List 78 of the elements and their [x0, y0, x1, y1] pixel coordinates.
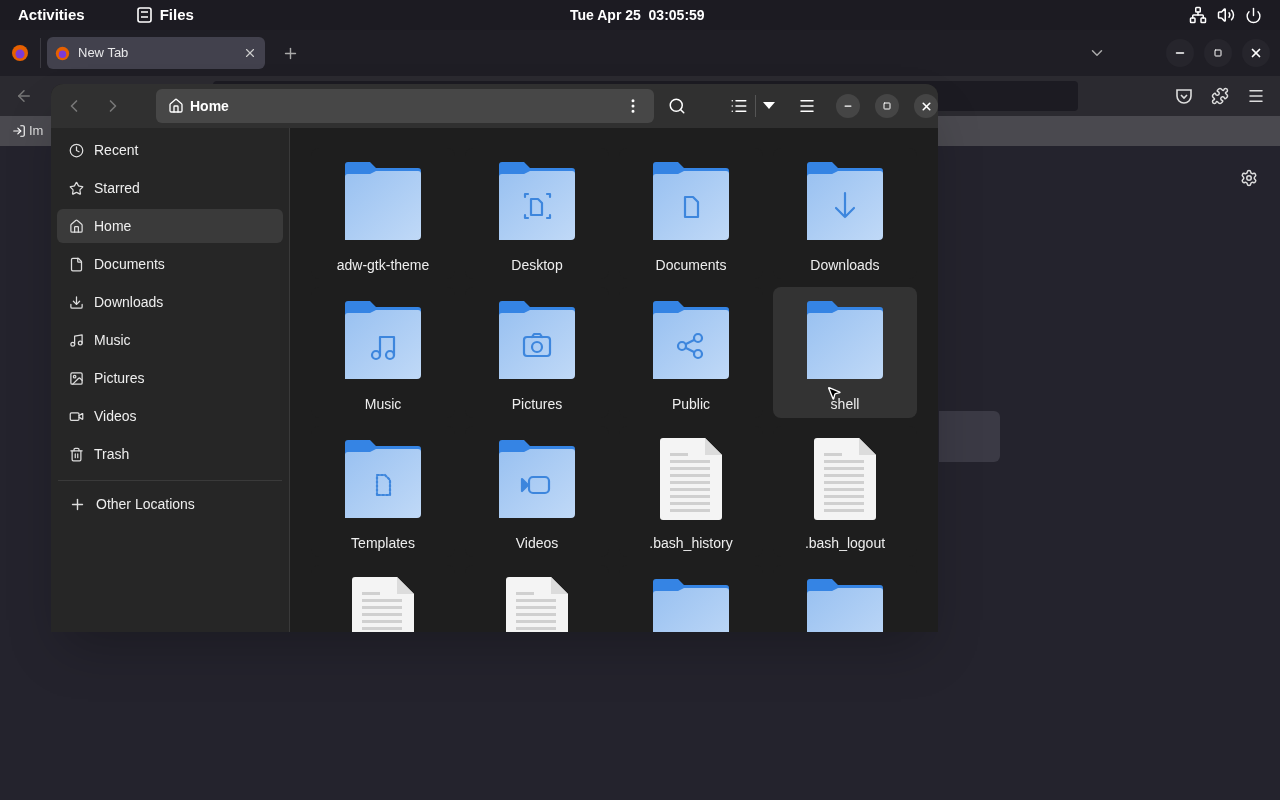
sidebar-item[interactable]: Home: [57, 209, 283, 243]
file-name: Templates: [351, 534, 415, 553]
maximize-icon: [883, 102, 891, 110]
maximize-button[interactable]: [1204, 39, 1232, 67]
activities-button[interactable]: Activities: [18, 3, 85, 27]
sidebar-item[interactable]: Pictures: [57, 361, 283, 395]
app-menu-label[interactable]: Files: [159, 3, 194, 27]
sidebar-item[interactable]: Documents: [57, 247, 283, 281]
folder-icon: [497, 161, 577, 241]
folder-icon: [343, 439, 423, 519]
file-name: Videos: [515, 534, 559, 553]
file-name: shell: [830, 395, 860, 414]
import-icon[interactable]: [12, 124, 26, 138]
minimize-button[interactable]: [1166, 39, 1194, 67]
extensions-icon[interactable]: [1211, 87, 1229, 105]
minimize-button[interactable]: [836, 94, 860, 118]
home-icon: [69, 218, 84, 234]
file-name: Documents: [655, 256, 727, 275]
list-view-icon[interactable]: [730, 97, 748, 115]
tab-title: New Tab: [78, 44, 129, 63]
menu-icon[interactable]: [798, 97, 816, 115]
folder-icon: [651, 161, 731, 241]
trash-icon: [69, 446, 84, 462]
path-label: Home: [190, 96, 229, 116]
clock[interactable]: Tue Apr 25 03:05:59: [570, 4, 705, 26]
power-icon[interactable]: [1245, 6, 1262, 24]
file-name: .bash_history: [649, 534, 733, 553]
file-name: Downloads: [810, 256, 880, 275]
music-icon: [69, 332, 84, 348]
firefox-icon: [55, 45, 70, 61]
star-icon: [69, 180, 84, 196]
search-icon[interactable]: [668, 97, 686, 115]
file-name: Desktop: [511, 256, 563, 275]
path-bar[interactable]: Home: [156, 89, 654, 123]
folder-icon: [343, 161, 423, 241]
sidebar-item[interactable]: Recent: [57, 133, 283, 167]
text-file-icon: [658, 437, 724, 521]
sidebar-item[interactable]: Starred: [57, 171, 283, 205]
folder-icon: [497, 439, 577, 519]
menu-icon[interactable]: [1247, 87, 1265, 105]
file-name: Public: [671, 395, 711, 414]
folder-icon: [805, 300, 885, 380]
file-name: adw-gtk-theme: [336, 256, 430, 275]
close-icon[interactable]: [243, 46, 257, 60]
sidebar-item[interactable]: Trash: [57, 437, 283, 471]
sidebar-item[interactable]: Videos: [57, 399, 283, 433]
pocket-icon[interactable]: [1175, 87, 1193, 105]
download-icon: [69, 294, 84, 310]
close-icon: [919, 99, 933, 113]
folder-icon: [497, 300, 577, 380]
sidebar-item[interactable]: Other Locations: [57, 487, 283, 521]
volume-icon[interactable]: [1217, 6, 1235, 24]
clock-icon: [69, 142, 84, 158]
firefox-icon[interactable]: [11, 44, 29, 62]
network-icon[interactable]: [1189, 6, 1207, 24]
file-item[interactable]: shell: [773, 287, 917, 418]
close-icon: [1249, 46, 1263, 60]
maximize-icon: [1214, 49, 1222, 57]
bookmark-label[interactable]: Im: [29, 121, 44, 141]
sidebar-item[interactable]: Downloads: [57, 285, 283, 319]
file-cabinet-icon: [136, 7, 152, 23]
sidebar-item[interactable]: Music: [57, 323, 283, 357]
caret-icon[interactable]: [763, 102, 775, 110]
image-icon: [69, 370, 84, 386]
folder-icon: [651, 300, 731, 380]
folder-icon: [343, 300, 423, 380]
settings-icon[interactable]: [1240, 169, 1258, 187]
close-button[interactable]: [1242, 39, 1270, 67]
home-icon: [168, 98, 184, 114]
folder-icon: [805, 161, 885, 241]
browser-tab[interactable]: New Tab: [47, 37, 265, 69]
document-icon: [69, 256, 84, 272]
file-name: Pictures: [511, 395, 563, 414]
close-button[interactable]: [914, 94, 938, 118]
maximize-button[interactable]: [875, 94, 899, 118]
text-file-icon: [812, 437, 878, 521]
file-name: Music: [364, 395, 402, 414]
file-name: .bash_logout: [804, 534, 886, 553]
